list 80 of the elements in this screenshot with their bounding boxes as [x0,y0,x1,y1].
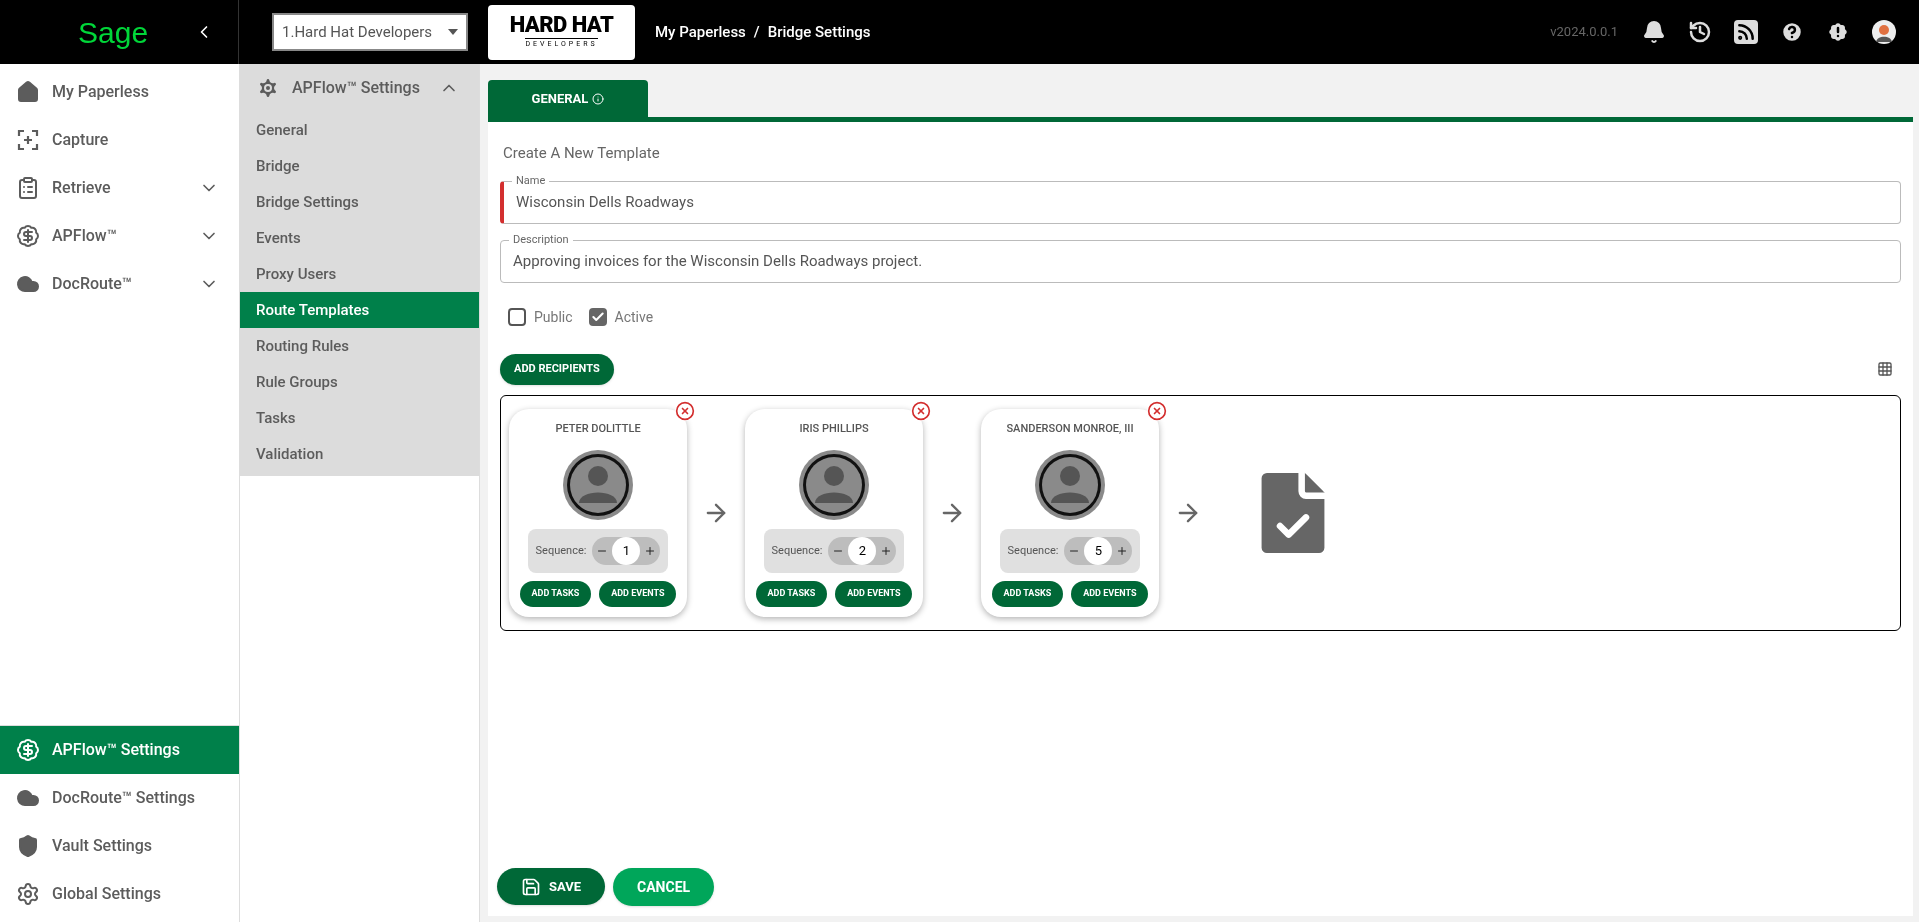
check-icon [590,310,605,324]
submenu-item[interactable]: Bridge Settings [240,184,479,220]
add-recipients-button[interactable]: ADD RECIPIENTS [500,353,614,385]
avatar-icon [562,449,634,521]
sidebar-item[interactable]: Global Settings [0,870,239,918]
sequence-label: Sequence: [1007,542,1059,559]
settings-icon [16,882,40,906]
sidebar-item[interactable]: Retrieve [0,164,239,212]
sidebar-item[interactable]: My Paperless [0,68,239,116]
recipient-name: IRIS PHILLIPS [799,420,869,437]
recipient-name: SANDERSON MONROE, III [1006,420,1134,437]
submenu-item[interactable]: Validation [240,436,479,472]
submenu-item[interactable]: Routing Rules [240,328,479,364]
add-tasks-button[interactable]: ADD TASKS [755,581,828,607]
checkbox[interactable] [588,308,607,326]
breadcrumb-link[interactable]: Bridge Settings [767,20,871,44]
clipboard-icon [16,176,40,200]
sequence-value: 2 [848,537,877,565]
checkbox[interactable] [508,308,526,326]
add-events-button[interactable]: ADD EVENTS [835,581,913,607]
sequence-stepper[interactable]: 5 [1064,537,1133,565]
avatar-icon [1034,449,1106,521]
add-events-button[interactable]: ADD EVENTS [1071,581,1149,607]
sidebar-item[interactable]: DocRoute™ Settings [0,774,239,822]
sequence-label: Sequence: [535,542,587,559]
form-heading: Create A New Template [503,143,661,164]
home-icon [16,80,40,104]
save-icon [521,876,541,897]
remove-icon[interactable] [675,400,695,421]
sidebar-item[interactable]: DocRoute™ [0,260,239,308]
plus-icon[interactable] [1116,545,1129,557]
plus-icon[interactable] [644,545,657,557]
tab[interactable]: GENERAL [488,80,648,117]
submenu-header[interactable]: APFlow™ Settings [240,64,479,112]
sequence-label: Sequence: [771,542,823,559]
alert-icon[interactable] [1826,20,1850,44]
checkbox-label: Public [534,307,573,327]
plus-icon[interactable] [880,545,893,557]
submenu-item[interactable]: Bridge [240,148,479,184]
sidebar-item[interactable]: APFlow™ [0,212,239,260]
dollar-icon [16,738,40,762]
submenu-item[interactable]: Rule Groups [240,364,479,400]
sidebar-item[interactable]: Vault Settings [0,822,239,870]
save-button[interactable]: SAVE [497,868,606,905]
sage-logo: Sage [78,14,149,51]
logo-title: HARD HAT [509,14,614,37]
remove-icon[interactable] [1147,400,1167,421]
dollar-icon [16,224,40,248]
version-text: v2024.0.0.1 [1550,23,1618,42]
bell-icon[interactable] [1642,20,1666,44]
submenu-item[interactable]: Proxy Users [240,256,479,292]
checkbox-label: Active [614,307,654,327]
submenu-item[interactable]: Events [240,220,479,256]
user-avatar[interactable] [1872,20,1896,44]
capture-icon [16,128,40,152]
info-icon [592,92,605,105]
add-events-button[interactable]: ADD EVENTS [599,581,677,607]
grid-view-icon[interactable] [1877,361,1893,377]
submenu-item[interactable]: Tasks [240,400,479,436]
history-icon[interactable] [1688,20,1712,44]
remove-icon[interactable] [911,400,931,421]
submenu-item[interactable]: General [240,112,479,148]
sidebar-item[interactable]: Capture [0,116,239,164]
sidebar-item[interactable]: APFlow™ Settings [0,726,239,774]
sequence-stepper[interactable]: 2 [828,537,897,565]
avatar-icon [798,449,870,521]
sequence-stepper[interactable]: 1 [592,537,661,565]
recipient-name: PETER DOLITTLE [555,420,641,437]
add-tasks-button[interactable]: ADD TASKS [519,581,592,607]
dropdown-caret-icon [448,29,458,35]
rss-icon[interactable] [1734,20,1758,44]
sequence-value: 1 [612,537,641,565]
submenu-item[interactable]: Route Templates [240,292,479,328]
company-select[interactable]: 1.Hard Hat Developers [272,13,468,51]
breadcrumb-separator: / [753,21,760,43]
add-tasks-button[interactable]: ADD TASKS [991,581,1064,607]
shield-icon [16,834,40,858]
breadcrumb-link[interactable]: My Paperless [655,20,746,44]
help-icon[interactable] [1780,20,1804,44]
sequence-value: 5 [1084,537,1113,565]
